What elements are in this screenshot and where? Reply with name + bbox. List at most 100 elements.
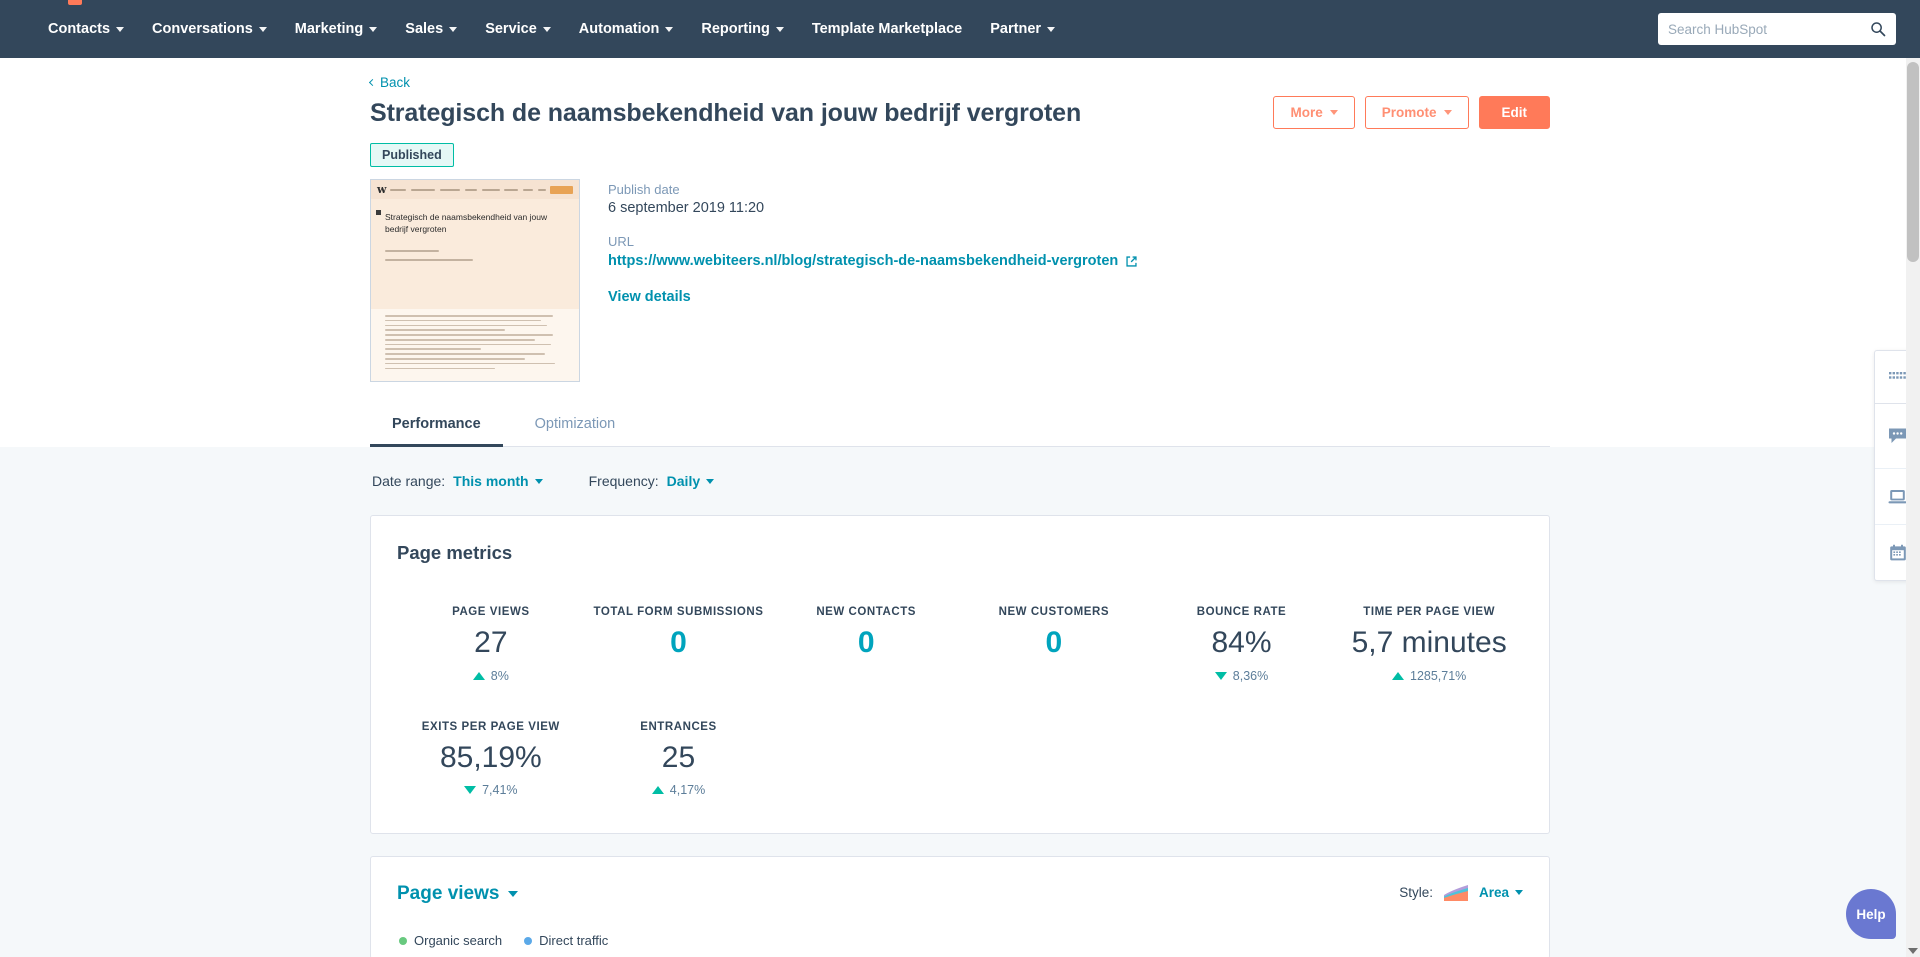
- metric-empty-slot: [1148, 721, 1336, 800]
- chart-legend: Organic search Direct traffic: [397, 933, 1523, 948]
- thumbnail-nav-links: [390, 188, 501, 191]
- chevron-down-icon: [542, 26, 551, 32]
- metric-delta: 1285,71%: [1392, 669, 1466, 683]
- metric-total-form-submissions: TOTAL FORM SUBMISSIONS 0: [585, 606, 773, 685]
- promote-button[interactable]: Promote: [1364, 96, 1469, 129]
- page-header-inner: Back Strategisch de naamsbekendheid van …: [368, 58, 1550, 388]
- metric-delta: 8%: [472, 669, 509, 683]
- header-action-buttons: More Promote Edit: [1273, 96, 1550, 129]
- chevron-down-icon: [1329, 110, 1338, 115]
- nav-item-contacts[interactable]: Contacts: [34, 13, 138, 45]
- edit-button[interactable]: Edit: [1478, 96, 1550, 129]
- metric-delta-value: 7,41%: [482, 783, 518, 797]
- triangle-down-icon: [1214, 671, 1227, 680]
- metric-bounce-rate: BOUNCE RATE 84% 8,36%: [1148, 606, 1336, 685]
- help-button[interactable]: Help: [1846, 889, 1896, 939]
- metric-label: NEW CONTACTS: [816, 606, 916, 618]
- chevron-down-icon: [534, 478, 543, 484]
- nav-item-reporting[interactable]: Reporting: [687, 13, 797, 45]
- metric-entrances: ENTRANCES 25 4,17%: [585, 721, 773, 800]
- view-details-link[interactable]: View details: [608, 289, 1138, 305]
- date-range-dropdown[interactable]: This month: [453, 473, 543, 489]
- page-views-chart-card: Page views Style: Area Organic search Di…: [370, 856, 1550, 957]
- metric-label: TOTAL FORM SUBMISSIONS: [593, 606, 764, 618]
- thumbnail-cta-button: [550, 185, 573, 194]
- metrics-row-primary: PAGE VIEWS 27 8% TOTAL FORM SUBMISSIONS …: [397, 606, 1523, 685]
- content-inner: Date range: This month Frequency: Daily …: [370, 473, 1550, 957]
- page-meta-column: Publish date 6 september 2019 11:20 URL …: [608, 179, 1138, 382]
- chevron-down-icon: [1443, 110, 1452, 115]
- metric-empty-slot: [960, 721, 1148, 800]
- triangle-down-icon: [464, 786, 477, 794]
- search-icon[interactable]: [1870, 21, 1886, 37]
- frequency-dropdown[interactable]: Daily: [667, 473, 715, 489]
- nav-item-automation[interactable]: Automation: [565, 13, 688, 45]
- nav-item-service[interactable]: Service: [471, 13, 565, 45]
- chevron-left-icon: [368, 78, 377, 87]
- metric-delta-value: 8,36%: [1232, 668, 1269, 683]
- metric-label: PAGE VIEWS: [452, 606, 530, 618]
- page-tabs: Performance Optimization: [370, 388, 1550, 447]
- back-link[interactable]: Back: [368, 75, 410, 90]
- publish-date-value: 6 september 2019 11:20: [608, 200, 765, 216]
- nav-label: Partner: [990, 21, 1042, 37]
- metric-label: ENTRANCES: [640, 720, 717, 733]
- metric-value: 85,19%: [439, 740, 542, 774]
- thumbnail-article-lines: [371, 309, 579, 381]
- nav-item-marketing[interactable]: Marketing: [281, 13, 392, 45]
- metric-label: TIME PER PAGE VIEW: [1363, 606, 1496, 618]
- metric-value: 0: [857, 626, 875, 659]
- page-detail-row: w Strategisch de naamsbekendheid van jou…: [370, 179, 1550, 388]
- metric-delta: 8,36%: [1214, 668, 1269, 683]
- legend-item-organic-search[interactable]: Organic search: [399, 933, 502, 948]
- metric-value: 0: [1045, 626, 1063, 659]
- metric-label: NEW CUSTOMERS: [998, 606, 1110, 618]
- page-url-link[interactable]: https://www.webiteers.nl/blog/strategisc…: [608, 253, 1138, 269]
- page-scrollbar-thumb[interactable]: [1907, 62, 1919, 262]
- nav-item-sales[interactable]: Sales: [391, 13, 471, 45]
- page-thumbnail-preview[interactable]: w Strategisch de naamsbekendheid van jou…: [370, 179, 580, 382]
- tab-optimization[interactable]: Optimization: [513, 406, 638, 447]
- chevron-down-icon: [1047, 26, 1056, 32]
- legend-color-dot: [524, 936, 533, 945]
- triangle-up-icon: [472, 671, 485, 680]
- chevron-down-icon: [116, 26, 125, 32]
- chevron-down-icon: [775, 26, 784, 32]
- page-metrics-title: Page metrics: [397, 542, 513, 563]
- metric-value: 25: [661, 740, 696, 774]
- tab-performance[interactable]: Performance: [370, 406, 503, 447]
- page-content: Date range: This month Frequency: Daily …: [0, 447, 1920, 957]
- publish-date-label: Publish date: [608, 182, 680, 197]
- more-label: More: [1290, 105, 1323, 120]
- external-link-icon: [1126, 255, 1137, 267]
- top-navigation-bar: Contacts Conversations Marketing Sales S…: [0, 0, 1920, 58]
- thumbnail-site-nav: w: [371, 180, 579, 199]
- legend-item-direct-traffic[interactable]: Direct traffic: [524, 933, 608, 948]
- chart-header: Page views Style: Area: [397, 883, 1523, 905]
- chevron-down-icon: [369, 26, 378, 32]
- metric-page-views: PAGE VIEWS 27 8%: [397, 606, 585, 685]
- date-range-value: This month: [453, 473, 529, 489]
- thumbnail-nav-utility: [504, 188, 547, 191]
- triangle-up-icon: [1392, 671, 1404, 680]
- chart-metric-dropdown[interactable]: Page views: [397, 883, 519, 905]
- chevron-down-icon: [258, 26, 267, 32]
- nav-label: Automation: [578, 21, 660, 37]
- nav-label: Conversations: [152, 21, 253, 37]
- more-button[interactable]: More: [1273, 96, 1355, 129]
- nav-item-partner[interactable]: Partner: [976, 13, 1069, 45]
- chart-style-dropdown[interactable]: Area: [1479, 885, 1523, 900]
- nav-item-template-marketplace[interactable]: Template Marketplace: [798, 13, 976, 45]
- url-label: URL: [608, 234, 635, 249]
- metric-value: 27: [474, 626, 508, 659]
- nav-label: Marketing: [294, 21, 364, 37]
- screen-icon: [1888, 489, 1907, 503]
- nav-label: Service: [485, 21, 537, 37]
- search-box[interactable]: [1658, 13, 1896, 45]
- nav-label: Sales: [405, 21, 444, 37]
- hubspot-logo[interactable]: [68, 0, 82, 5]
- nav-item-conversations[interactable]: Conversations: [138, 13, 281, 45]
- search-input[interactable]: [1668, 21, 1870, 37]
- metric-value: 84%: [1211, 626, 1272, 659]
- scroll-down-arrow-icon[interactable]: [1908, 948, 1918, 954]
